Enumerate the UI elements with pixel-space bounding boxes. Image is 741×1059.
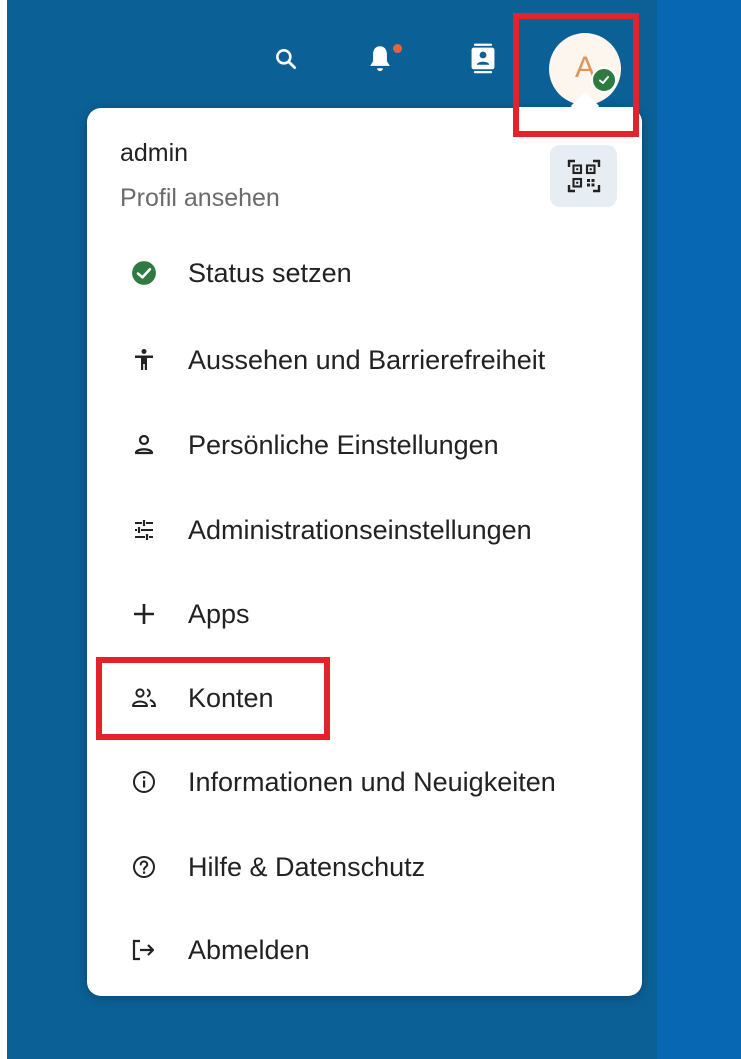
menu-item-admin-settings[interactable]: Administrationseinstellungen [100, 495, 628, 565]
menu-item-info[interactable]: Informationen und Neuigkeiten [100, 747, 628, 817]
accessibility-icon [135, 349, 153, 370]
menu-item-apps[interactable]: Apps [100, 579, 628, 649]
user-icon [134, 434, 154, 455]
content-background [657, 0, 741, 1059]
search-button[interactable] [264, 37, 308, 81]
menu-caret-fill [519, 107, 633, 131]
menu-item-label: Abmelden [188, 934, 310, 965]
plus-icon [134, 604, 154, 624]
menu-item-label: Informationen und Neuigkeiten [188, 766, 556, 797]
accounts-icon [132, 688, 157, 707]
menu-item-label: Administrationseinstellungen [188, 514, 532, 545]
contacts-icon [471, 43, 495, 74]
info-icon [133, 771, 155, 793]
menu-item-label: Konten [188, 682, 274, 713]
menu-username: admin [120, 139, 189, 167]
menu-item-label: Status setzen [188, 257, 352, 288]
search-icon [276, 49, 297, 70]
bell-icon [370, 46, 390, 72]
menu-item-appearance[interactable]: Aussehen und Barrierefreiheit [100, 325, 628, 395]
status-online-icon [132, 261, 156, 285]
menu-item-label: Apps [188, 598, 250, 629]
tune-icon [135, 520, 153, 540]
menu-item-help[interactable]: Hilfe & Datenschutz [100, 832, 628, 902]
menu-item-personal-settings[interactable]: Persönliche Einstellungen [100, 410, 628, 480]
menu-item-label: Aussehen und Barrierefreiheit [188, 344, 546, 375]
help-icon [133, 856, 155, 878]
menu-item-label: Persönliche Einstellungen [188, 429, 499, 460]
notification-badge [393, 44, 402, 53]
menu-item-label: Hilfe & Datenschutz [188, 851, 426, 882]
status-online-badge [591, 67, 617, 93]
menu-item-logout[interactable]: Abmelden [100, 915, 628, 985]
profile-link[interactable]: Profil ansehen [120, 184, 280, 213]
menu-item-accounts[interactable]: Konten [100, 663, 628, 733]
qr-code-button[interactable] [550, 145, 617, 207]
menu-item-status[interactable]: Status setzen [100, 238, 628, 308]
logout-icon [132, 939, 155, 961]
qr-code-icon [567, 159, 600, 193]
contacts-button[interactable] [461, 37, 505, 81]
check-icon [599, 76, 609, 84]
